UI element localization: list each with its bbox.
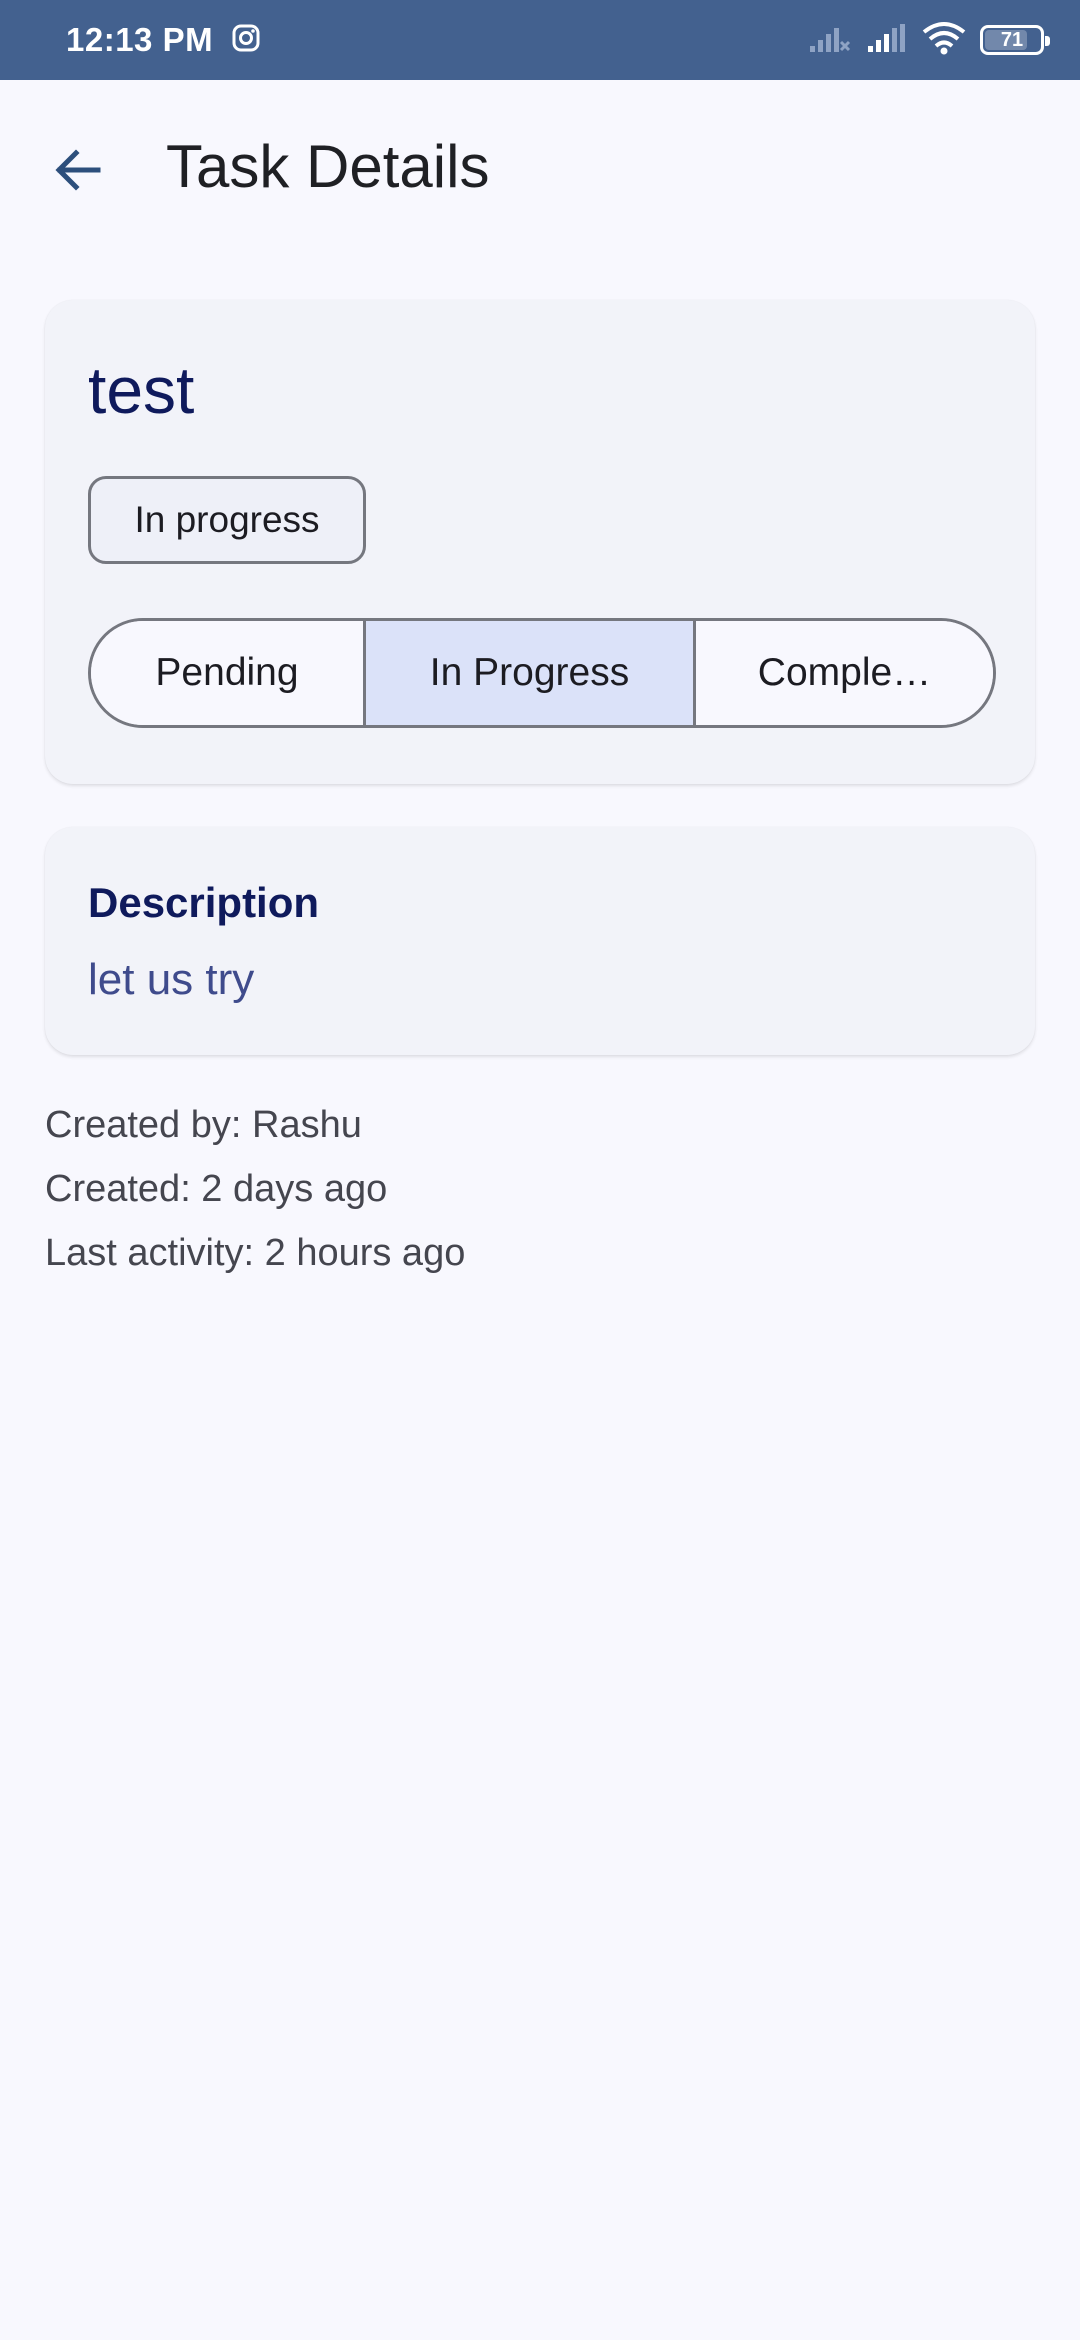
signal-off-icon (808, 22, 852, 59)
signal-icon (866, 22, 908, 59)
app-bar: Task Details (0, 80, 1080, 260)
description-text: let us try (88, 955, 255, 1004)
last-activity-text: Last activity: 2 hours ago (45, 1232, 466, 1274)
instagram-icon (231, 23, 261, 58)
description-card: Description let us try (45, 827, 1035, 1055)
wifi-icon (922, 21, 966, 60)
task-card: test In progress Pending In Progress Com… (45, 300, 1035, 784)
task-title: test (88, 353, 195, 427)
status-right: 71 (808, 21, 1050, 60)
back-button[interactable] (42, 136, 114, 208)
page-title: Task Details (166, 133, 490, 200)
segment-in-progress[interactable]: In Progress (363, 621, 693, 725)
segment-pending[interactable]: Pending (91, 621, 363, 725)
created-text: Created: 2 days ago (45, 1168, 388, 1210)
arrow-back-icon (52, 144, 104, 201)
battery-level: 71 (1000, 28, 1024, 51)
description-label: Description (88, 879, 320, 926)
status-bar: 12:13 PM 71 (0, 0, 1080, 80)
status-left: 12:13 PM (66, 21, 261, 59)
segment-completed[interactable]: Comple… (693, 621, 993, 725)
status-segmented-control: Pending In Progress Comple… (88, 618, 996, 728)
status-time: 12:13 PM (66, 21, 214, 58)
created-by-text: Created by: Rashu (45, 1104, 362, 1146)
status-chip[interactable]: In progress (88, 476, 366, 564)
battery-icon: 71 (980, 25, 1050, 55)
